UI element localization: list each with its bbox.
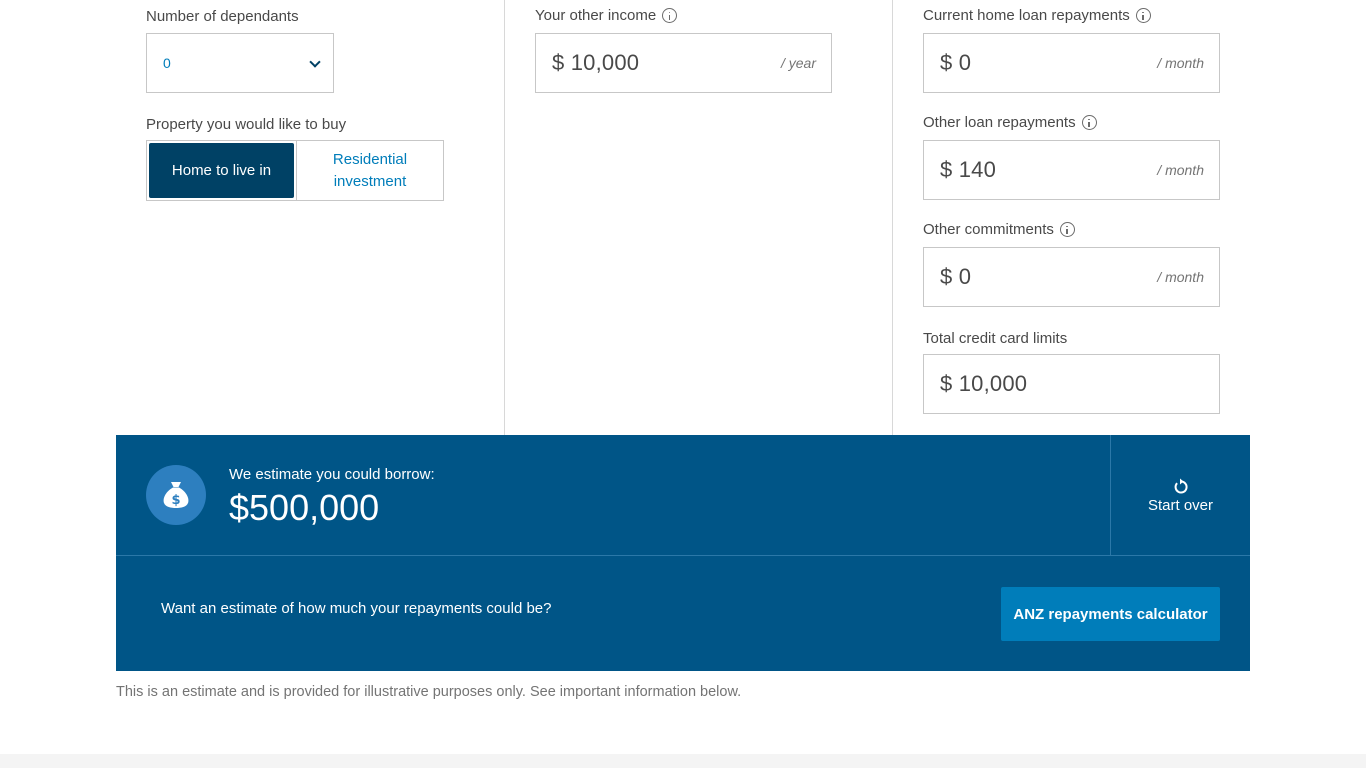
other-income-input[interactable]: $ 10,000 / year bbox=[535, 33, 832, 93]
other-income-label: Your other income bbox=[535, 7, 678, 24]
other-loan-input[interactable]: $ 140 / month bbox=[923, 140, 1220, 200]
property-toggle: Home to live in Residential investment bbox=[146, 140, 444, 201]
commitments-input[interactable]: $ 0 / month bbox=[923, 247, 1220, 307]
dependants-select[interactable]: 0 bbox=[146, 33, 334, 93]
home-loan-label: Current home loan repayments bbox=[923, 7, 1151, 24]
start-over-button[interactable]: Start over bbox=[1111, 435, 1250, 556]
disclaimer-text: This is an estimate and is provided for … bbox=[116, 684, 742, 700]
refresh-icon bbox=[1174, 478, 1188, 493]
result-caption: We estimate you could borrow: bbox=[229, 466, 435, 483]
credit-limits-input[interactable]: $ 10,000 bbox=[923, 354, 1220, 414]
info-icon[interactable] bbox=[662, 8, 678, 23]
info-icon[interactable] bbox=[1059, 222, 1075, 237]
property-label: Property you would like to buy bbox=[146, 116, 347, 133]
column-divider bbox=[892, 0, 893, 435]
result-panel: $ We estimate you could borrow: $500,000… bbox=[116, 435, 1250, 671]
dependants-label: Number of dependants bbox=[146, 8, 299, 25]
home-to-live-in-button[interactable]: Home to live in bbox=[149, 143, 294, 198]
other-loan-label: Other loan repayments bbox=[923, 114, 1097, 131]
column-divider bbox=[504, 0, 505, 435]
info-icon[interactable] bbox=[1081, 115, 1097, 130]
repayments-question: Want an estimate of how much your repaym… bbox=[161, 600, 552, 617]
result-summary: $ We estimate you could borrow: $500,000… bbox=[116, 435, 1250, 556]
start-over-label: Start over bbox=[1147, 496, 1214, 514]
borrow-amount: $500,000 bbox=[229, 487, 380, 528]
unit-label: / month bbox=[1157, 55, 1204, 71]
svg-text:$: $ bbox=[171, 493, 180, 508]
residential-investment-button[interactable]: Residential investment bbox=[296, 141, 443, 200]
commitments-label: Other commitments bbox=[923, 221, 1075, 238]
repayments-calculator-button[interactable]: ANZ repayments calculator bbox=[1001, 587, 1220, 641]
unit-label: / month bbox=[1157, 269, 1204, 285]
unit-label: / year bbox=[780, 55, 816, 71]
dependants-selected-value: 0 bbox=[163, 55, 171, 71]
home-loan-input[interactable]: $ 0 / month bbox=[923, 33, 1220, 93]
money-bag-icon: $ bbox=[146, 465, 206, 525]
unit-label: / month bbox=[1157, 162, 1204, 178]
footer-band bbox=[0, 754, 1366, 768]
credit-limits-label: Total credit card limits bbox=[923, 330, 1068, 347]
chevron-down-icon bbox=[309, 56, 321, 68]
info-icon[interactable] bbox=[1135, 8, 1151, 23]
